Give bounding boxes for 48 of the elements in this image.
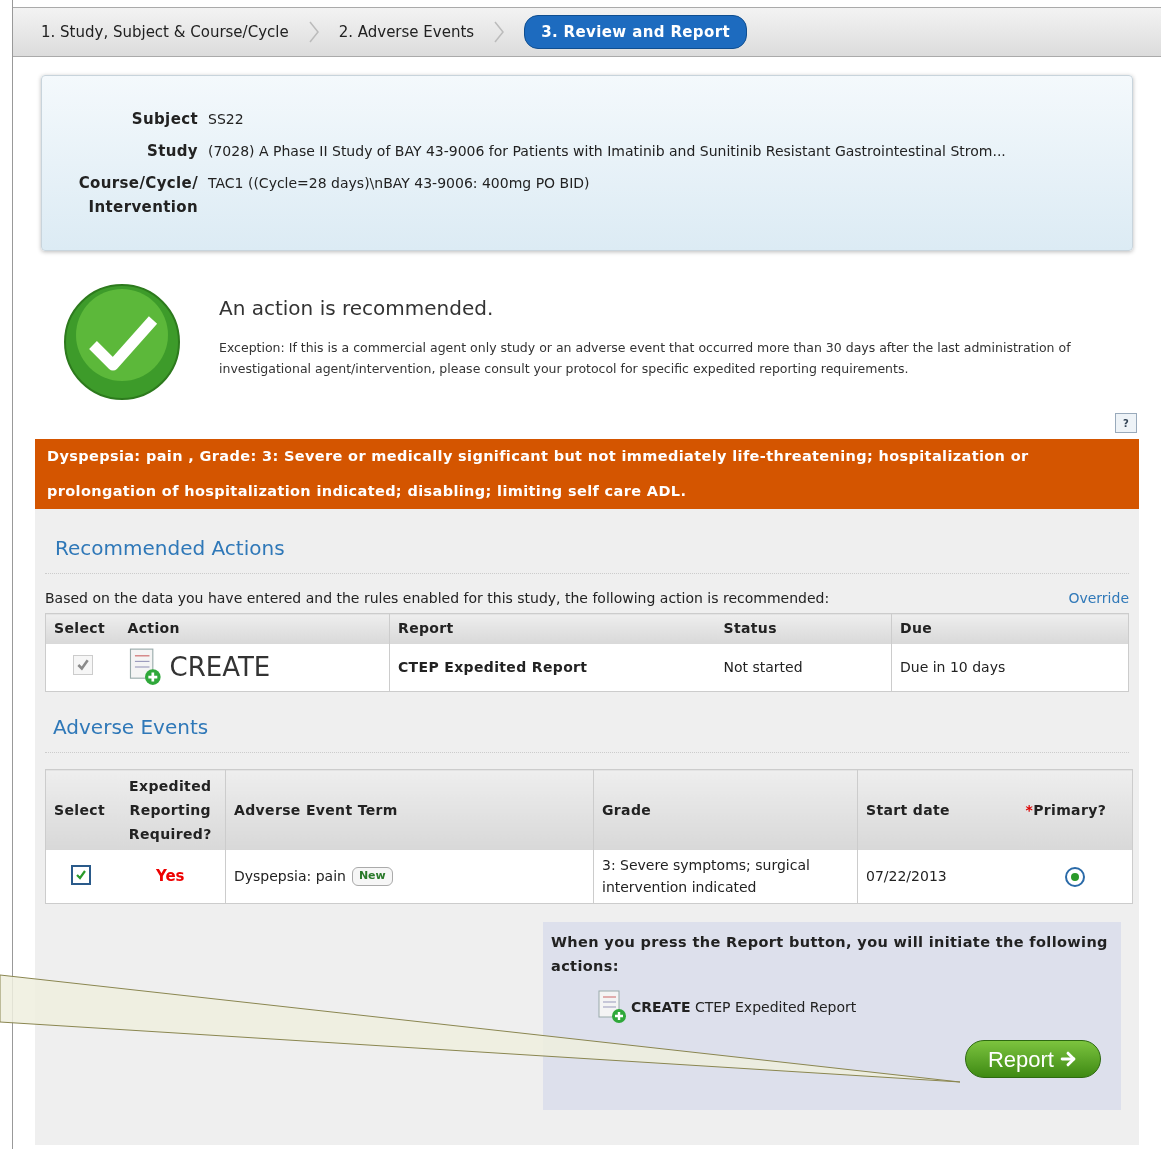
help-icon[interactable]: ? [1115, 413, 1137, 433]
column-header: Select [45, 613, 120, 644]
column-header: Status [715, 613, 892, 644]
document-add-icon [597, 990, 627, 1024]
column-header: Start date [857, 769, 1018, 850]
step-tab[interactable]: 2. Adverse Events [338, 20, 475, 44]
field-value: SS22 [208, 110, 244, 129]
column-header: Expedited Reporting Required? [115, 769, 226, 850]
table-cell-text: 3: Severe symptoms; surgical intervention indicated [602, 856, 811, 898]
check-circle-icon [63, 283, 181, 401]
alert-banner: Dyspepsia: pain , Grade: 3: Severe or medically significant but not immediately life-threatening; hospitalization or prolongation of hospitalization indicated; disabling; limiting self care ADL. [35, 439, 1139, 509]
table-cell-text: Dyspepsia: pain [234, 866, 346, 886]
section-title: Recommended Actions [55, 535, 286, 562]
table-cell: Due in 10 days [900, 659, 1006, 676]
column-header: Select [45, 769, 116, 850]
field-label: Study [145, 141, 198, 162]
expedited-text: Yes [155, 867, 185, 886]
check-icon [74, 869, 87, 882]
column-header: Due [891, 613, 1129, 644]
field-label: Course/Cycle/ Intervention [77, 173, 198, 218]
action-summary: CREATE CTEP Expedited Report [631, 997, 857, 1017]
column-header: Report [389, 613, 716, 644]
report-message: When you press the Report button, you will initiate the following actions: [551, 933, 1109, 976]
field-value: (7028) A Phase II Study of BAY 43-9006 for Patients with Imatinib and Sunitinib Resistant Gastrointestinal Strom... [208, 142, 1006, 161]
radio-button[interactable] [1064, 867, 1085, 888]
column-header: Action [119, 613, 390, 644]
document-add-icon [127, 648, 162, 687]
column-header: Grade [593, 769, 858, 850]
recommendation-title: An action is recommended. [219, 295, 495, 322]
step-tab[interactable]: 1. Study, Subject & Course/Cycle [41, 20, 289, 44]
column-header: Adverse Event Term [225, 769, 594, 850]
table-cell: Not started [723, 659, 803, 676]
section-title: Adverse Events [53, 714, 210, 741]
new-badge: New [351, 867, 393, 886]
column-header: *Primary? [1017, 769, 1133, 850]
chevron-icon [308, 21, 319, 43]
checkbox[interactable] [70, 865, 91, 886]
exception-text: Exception: If this is a commercial agent only study or an adverse event that occurred more than 30 days after the last administration of investigational agent/intervention, please consult your protocol for specific expedited reporting requirements. [219, 339, 1072, 378]
override-link[interactable]: Override [1068, 588, 1129, 609]
chevron-icon [494, 21, 505, 43]
field-value: TAC1 ((Cycle=28 days)\nBAY 43-9006: 400mg PO BID) [208, 174, 590, 193]
field-label: Subject [130, 109, 198, 130]
action-text: CREATE [169, 650, 271, 684]
intro-text: Based on the data you have entered and the rules enabled for this study, the following action is recommended: [45, 589, 830, 608]
arrow-right-icon [1058, 1049, 1078, 1069]
step-tab[interactable]: 3. Review and Report [524, 14, 747, 50]
table-cell: CTEP Expedited Report [398, 659, 588, 676]
table-cell: 07/22/2013 [866, 868, 947, 885]
